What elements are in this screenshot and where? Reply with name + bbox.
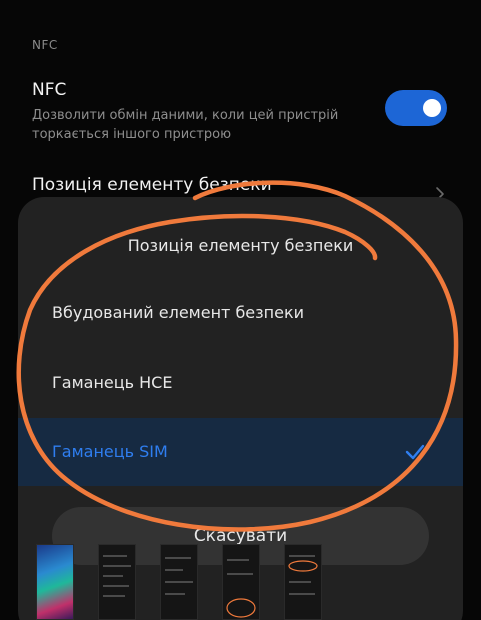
check-icon	[405, 444, 425, 460]
dialog-title: Позиція елементу безпеки	[127, 236, 354, 255]
nfc-description: Дозволити обмін даними, коли цей пристрі…	[32, 108, 339, 142]
recent-app-thumbnail[interactable]	[160, 544, 198, 620]
option-embedded-secure-element[interactable]: Вбудований елемент безпеки	[18, 279, 463, 347]
secure-element-row-title[interactable]: Позиція елементу безпеки	[32, 175, 272, 195]
section-header: NFC	[32, 38, 58, 52]
option-label: Гаманець SIM	[52, 442, 168, 461]
recent-apps-strip	[0, 540, 481, 620]
option-hce-wallet[interactable]: Гаманець HCE	[18, 349, 463, 417]
recent-app-thumbnail[interactable]	[36, 544, 74, 620]
recent-app-thumbnail[interactable]	[284, 544, 322, 620]
screen: NFC NFC Дозволити обмін даними, коли цей…	[0, 0, 481, 620]
toggle-knob	[423, 99, 441, 117]
option-sim-wallet[interactable]: Гаманець SIM	[18, 418, 463, 486]
recent-app-thumbnail[interactable]	[222, 544, 260, 620]
nfc-toggle[interactable]	[385, 90, 447, 126]
option-label: Гаманець HCE	[52, 373, 173, 392]
recent-app-thumbnail[interactable]	[98, 544, 136, 620]
nfc-title: NFC	[32, 80, 67, 100]
option-label: Вбудований елемент безпеки	[52, 303, 305, 322]
